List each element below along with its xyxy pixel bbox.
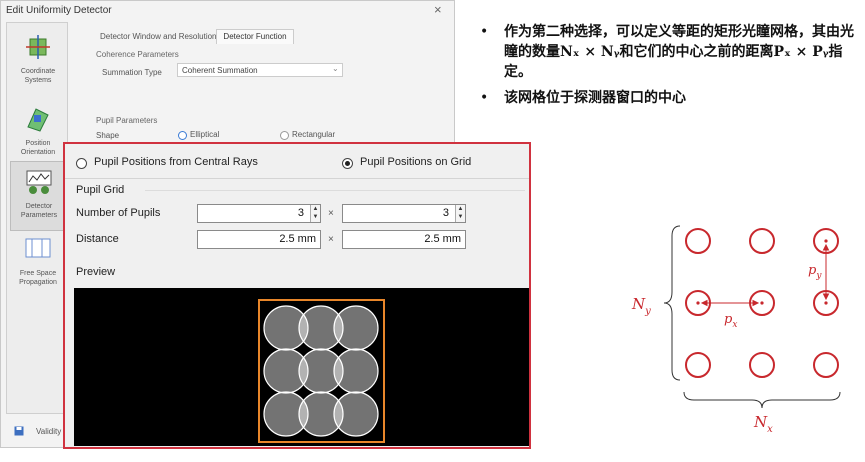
grid-radio[interactable] <box>342 158 353 169</box>
tab-detector-function[interactable]: Detector Function <box>216 29 294 44</box>
nx-brace <box>683 391 841 409</box>
sidebar-label: Orientation <box>20 149 56 156</box>
stepper-icon[interactable]: ▲ ▼ <box>455 205 465 222</box>
distance-y-input[interactable]: 2.5 mm <box>342 230 466 249</box>
py-label: py <box>808 263 822 281</box>
pupil-grid-preview <box>258 299 385 443</box>
preview-canvas <box>74 288 529 446</box>
distance-x-input[interactable]: 2.5 mm <box>197 230 321 249</box>
num-pupils-y-input[interactable]: 3 ▲ ▼ <box>342 204 466 223</box>
validity-label: Validity <box>36 427 62 436</box>
pupil-parameters-header: Pupil Parameters <box>96 116 158 125</box>
sidebar-item-coordinate-systems[interactable]: Coordinate Systems <box>10 27 66 97</box>
elliptical-radio[interactable] <box>178 131 187 140</box>
pupil-grid-diagram: Ny Nx px py <box>631 225 841 435</box>
coordinate-systems-icon <box>26 35 50 59</box>
distance-label: Distance <box>76 233 119 245</box>
stepper-icon[interactable]: ▲ ▼ <box>310 205 320 222</box>
sidebar-item-detector-parameters[interactable]: Detector Parameters <box>10 161 66 231</box>
central-rays-radio[interactable] <box>76 158 87 169</box>
num-pupils-x-input[interactable]: 3 ▲ ▼ <box>197 204 321 223</box>
sidebar-label: Free Space <box>19 270 57 277</box>
pupil-grid-header: Pupil Grid <box>76 184 125 196</box>
sidebar-item-free-space-propagation[interactable]: Free Space Propagation <box>10 229 66 299</box>
divider <box>145 190 525 191</box>
tab-detector-window[interactable]: Detector Window and Resolution <box>100 32 217 41</box>
save-icon[interactable] <box>14 426 24 436</box>
shape-label: Shape <box>96 131 120 140</box>
pupil-circles <box>263 305 379 437</box>
preview-label: Preview <box>76 266 116 278</box>
nx-label: Nx <box>753 413 773 435</box>
num-pupils-y-value: 3 <box>442 207 449 219</box>
rectangular-radio[interactable] <box>280 131 289 140</box>
sidebar-label: Parameters <box>20 212 58 219</box>
coherence-header: Coherence Parameters <box>96 50 179 59</box>
ny-brace <box>663 225 681 381</box>
sidebar-label: Coordinate <box>20 68 56 75</box>
grid-label[interactable]: Pupil Positions on Grid <box>360 156 471 168</box>
dialog-sidebar: Coordinate Systems Position Orientation De… <box>6 22 68 414</box>
chevron-down-icon: ⌄ <box>332 64 339 73</box>
divider <box>65 178 529 179</box>
central-rays-label[interactable]: Pupil Positions from Central Rays <box>94 156 258 168</box>
close-icon[interactable]: × <box>434 2 442 17</box>
summation-type-select[interactable]: Coherent Summation <box>177 63 343 77</box>
sidebar-label: Systems <box>24 77 52 84</box>
bullet-text: 该网格位于探测器窗口的中心 <box>504 90 686 106</box>
sidebar-label: Position <box>25 140 51 147</box>
summation-type-label: Summation Type <box>102 68 162 77</box>
dialog-title: Edit Uniformity Detector <box>6 5 112 16</box>
pupil-grid-panel: Pupil Positions from Central Rays Pupil … <box>63 142 531 449</box>
rectangular-label: Rectangular <box>292 130 336 139</box>
num-pupils-x-value: 3 <box>297 207 304 219</box>
times-symbol: × <box>328 208 334 219</box>
sidebar-label: Propagation <box>19 279 57 286</box>
sidebar-label: Detector <box>25 203 53 210</box>
bullet-dot: • <box>480 90 489 106</box>
ny-label: Ny <box>631 295 651 317</box>
number-of-pupils-label: Number of Pupils <box>76 207 161 219</box>
px-label: px <box>724 312 737 330</box>
elliptical-label: Elliptical <box>190 130 220 139</box>
sidebar-item-position-orientation[interactable]: Position Orientation <box>10 99 66 169</box>
bullet-text: 作为第二种选择，可以定义等距的矩形光瞳网格，其由光瞳的数量Nₓ × Nᵧ和它们的… <box>504 24 854 80</box>
position-orientation-icon <box>27 108 49 132</box>
times-symbol: × <box>328 234 334 245</box>
detector-parameters-icon <box>26 170 52 194</box>
bullet-dot: • <box>480 24 489 40</box>
free-space-propagation-icon <box>25 238 51 258</box>
